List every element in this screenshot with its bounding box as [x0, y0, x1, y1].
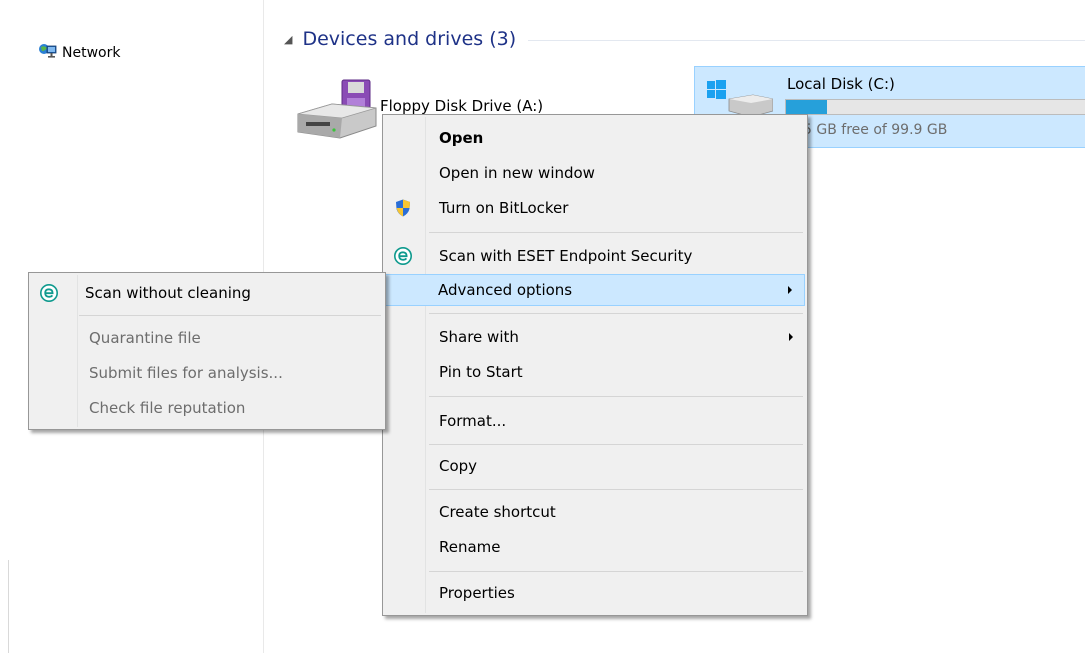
- submenu-item-label: Submit files for analysis...: [89, 364, 283, 382]
- menu-item-pin-to-start[interactable]: Pin to Start: [385, 356, 805, 388]
- submenu-item-submit-files: Submit files for analysis...: [31, 357, 383, 389]
- menu-item-rename[interactable]: Rename: [385, 531, 805, 563]
- drive-free-space-text: 5 GB free of 99.9 GB: [803, 122, 948, 138]
- menu-item-label: Turn on BitLocker: [439, 199, 569, 217]
- submenu-item-label: Quarantine file: [89, 329, 201, 347]
- menu-item-advanced-options[interactable]: Advanced options: [385, 274, 805, 306]
- chevron-right-icon: [788, 286, 792, 294]
- menu-item-open[interactable]: Open: [385, 122, 805, 154]
- submenu-item-label: Scan without cleaning: [85, 284, 251, 302]
- network-icon: [38, 42, 58, 64]
- submenu-item-label: Check file reputation: [89, 399, 246, 417]
- menu-separator: [429, 313, 803, 314]
- group-title: Devices and drives (3): [302, 28, 517, 50]
- context-menu: Open Open in new window Turn on BitLocke…: [382, 114, 808, 616]
- menu-item-properties[interactable]: Properties: [385, 577, 805, 609]
- menu-item-scan-eset[interactable]: Scan with ESET Endpoint Security: [385, 240, 805, 272]
- collapse-arrow-icon[interactable]: ◢: [284, 33, 292, 46]
- menu-item-label: Open: [439, 129, 484, 147]
- menu-separator: [429, 571, 803, 572]
- advanced-options-submenu: Scan without cleaning Quarantine file Su…: [28, 272, 386, 430]
- eset-icon: [39, 283, 59, 303]
- submenu-item-check-reputation: Check file reputation: [31, 392, 383, 424]
- menu-item-label: Scan with ESET Endpoint Security: [439, 247, 693, 265]
- drive-usage-bar: [785, 99, 1085, 115]
- menu-item-label: Advanced options: [438, 281, 573, 299]
- drive-usage-fill: [786, 100, 828, 114]
- menu-separator: [429, 232, 803, 233]
- menu-separator: [429, 489, 803, 490]
- shield-icon: [393, 198, 413, 218]
- menu-separator: [79, 315, 381, 316]
- menu-item-share-with[interactable]: Share with: [385, 321, 805, 353]
- menu-item-copy[interactable]: Copy: [385, 450, 805, 482]
- menu-item-label: Format...: [439, 412, 507, 430]
- menu-item-label: Pin to Start: [439, 363, 523, 381]
- menu-item-label: Rename: [439, 538, 501, 556]
- eset-icon: [393, 246, 413, 266]
- pane-divider: [8, 560, 9, 653]
- chevron-right-icon: [789, 333, 793, 341]
- menu-separator: [429, 396, 803, 397]
- menu-item-label: Copy: [439, 457, 478, 475]
- menu-item-create-shortcut[interactable]: Create shortcut: [385, 496, 805, 528]
- menu-item-format[interactable]: Format...: [385, 405, 805, 437]
- menu-item-open-new-window[interactable]: Open in new window: [385, 157, 805, 189]
- menu-item-label: Share with: [439, 328, 519, 346]
- nav-item-label: Network: [62, 45, 121, 61]
- nav-item-network[interactable]: Network: [38, 40, 120, 66]
- devices-group-header[interactable]: ◢ Devices and drives (3): [284, 28, 1085, 50]
- menu-item-label: Properties: [439, 584, 515, 602]
- drive-local-c-label: Local Disk (C:): [787, 75, 895, 93]
- floppy-drive-icon: [292, 79, 380, 152]
- menu-item-label: Create shortcut: [439, 503, 556, 521]
- menu-item-bitlocker[interactable]: Turn on BitLocker: [385, 192, 805, 224]
- drive-floppy-label[interactable]: Floppy Disk Drive (A:): [380, 97, 543, 115]
- menu-separator: [429, 444, 803, 445]
- submenu-item-scan-without-cleaning[interactable]: Scan without cleaning: [31, 277, 383, 309]
- group-divider: [528, 40, 1085, 41]
- submenu-item-quarantine-file: Quarantine file: [31, 322, 383, 354]
- menu-item-label: Open in new window: [439, 164, 595, 182]
